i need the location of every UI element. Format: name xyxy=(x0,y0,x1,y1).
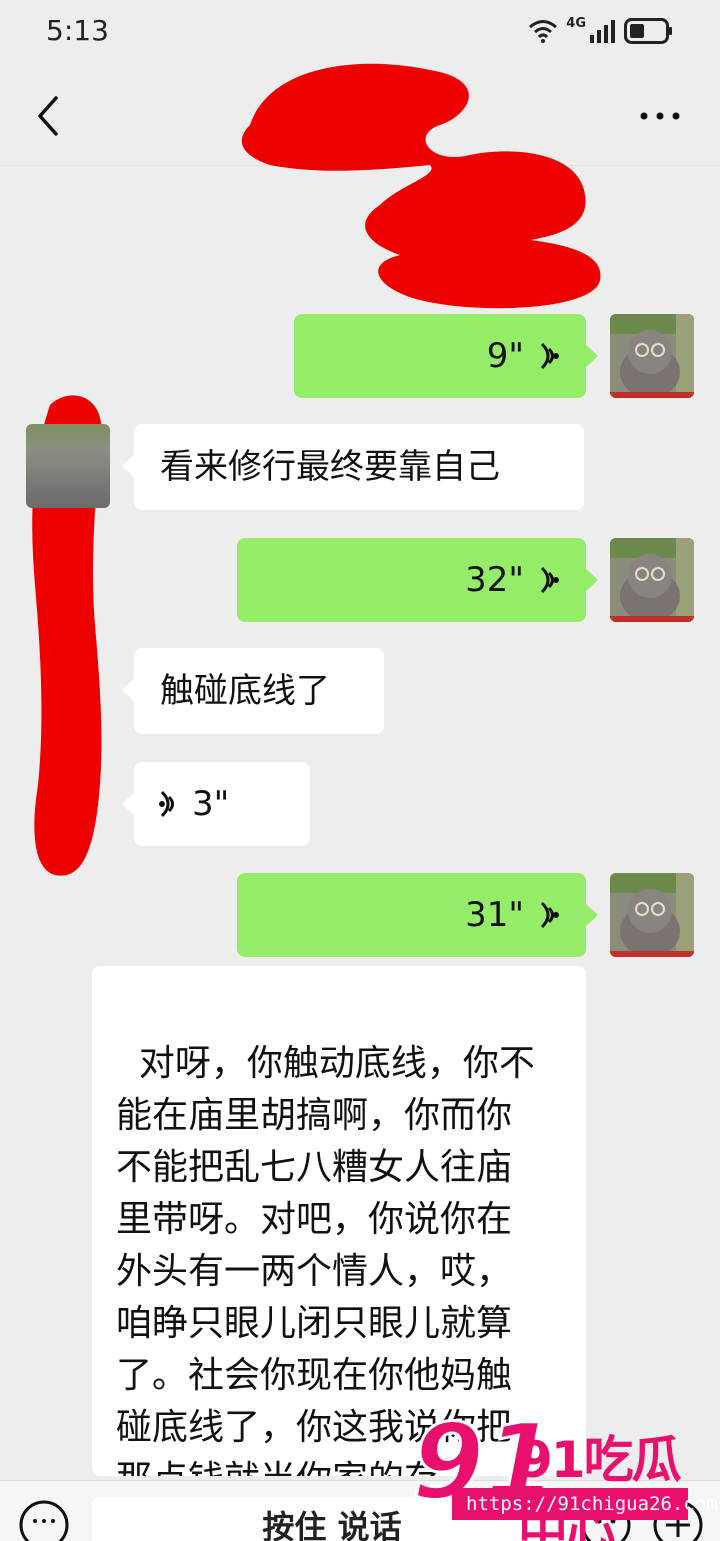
wifi-icon xyxy=(529,19,558,43)
incoming-text-message[interactable]: 触碰底线了 xyxy=(122,648,384,734)
contact-avatar[interactable] xyxy=(26,424,110,508)
voice-duration: 32" xyxy=(465,560,524,600)
battery-icon xyxy=(624,17,672,44)
incoming-voice-message[interactable]: 3" xyxy=(122,762,310,846)
more-options-icon[interactable] xyxy=(638,104,682,128)
message-text: 对呀，你触动底线，你不 能在庙里胡搞啊，你而你 不能把乱七八糟女人往庙 里带呀。… xyxy=(116,1043,535,1476)
voice-mode-icon[interactable] xyxy=(18,1499,70,1541)
incoming-long-text-message[interactable]: 对呀，你触动底线，你不 能在庙里胡搞啊，你而你 不能把乱七八糟女人往庙 里带呀。… xyxy=(92,966,586,1476)
back-arrow-icon[interactable] xyxy=(30,92,70,140)
chat-header xyxy=(0,64,720,166)
my-avatar[interactable] xyxy=(610,538,694,622)
watermark-url: https://91chigua26.com xyxy=(452,1488,718,1520)
my-avatar[interactable] xyxy=(610,314,694,398)
outgoing-voice-message[interactable]: 9" xyxy=(294,314,598,398)
status-time: 5:13 xyxy=(46,14,109,47)
message-text: 看来修行最终要靠自己 xyxy=(160,447,500,487)
voice-wave-icon xyxy=(540,901,559,929)
voice-duration: 9" xyxy=(486,336,524,376)
message-text: 触碰底线了 xyxy=(160,671,330,711)
watermark-brand: 91吃瓜中心 xyxy=(518,1431,682,1541)
my-avatar[interactable] xyxy=(610,873,694,957)
status-bar: 5:13 4G xyxy=(0,0,720,64)
network-type-label: 4G xyxy=(566,16,586,31)
status-icons: 4G xyxy=(528,16,674,45)
voice-wave-icon xyxy=(540,566,559,594)
voice-wave-icon xyxy=(159,790,174,818)
outgoing-voice-message[interactable]: 31" xyxy=(237,873,598,957)
outgoing-voice-message[interactable]: 32" xyxy=(237,538,598,622)
signal-icon xyxy=(590,19,615,43)
incoming-text-message[interactable]: 看来修行最终要靠自己 xyxy=(122,424,584,510)
voice-duration: 3" xyxy=(192,784,230,824)
voice-wave-icon xyxy=(540,342,559,370)
voice-duration: 31" xyxy=(465,895,524,935)
